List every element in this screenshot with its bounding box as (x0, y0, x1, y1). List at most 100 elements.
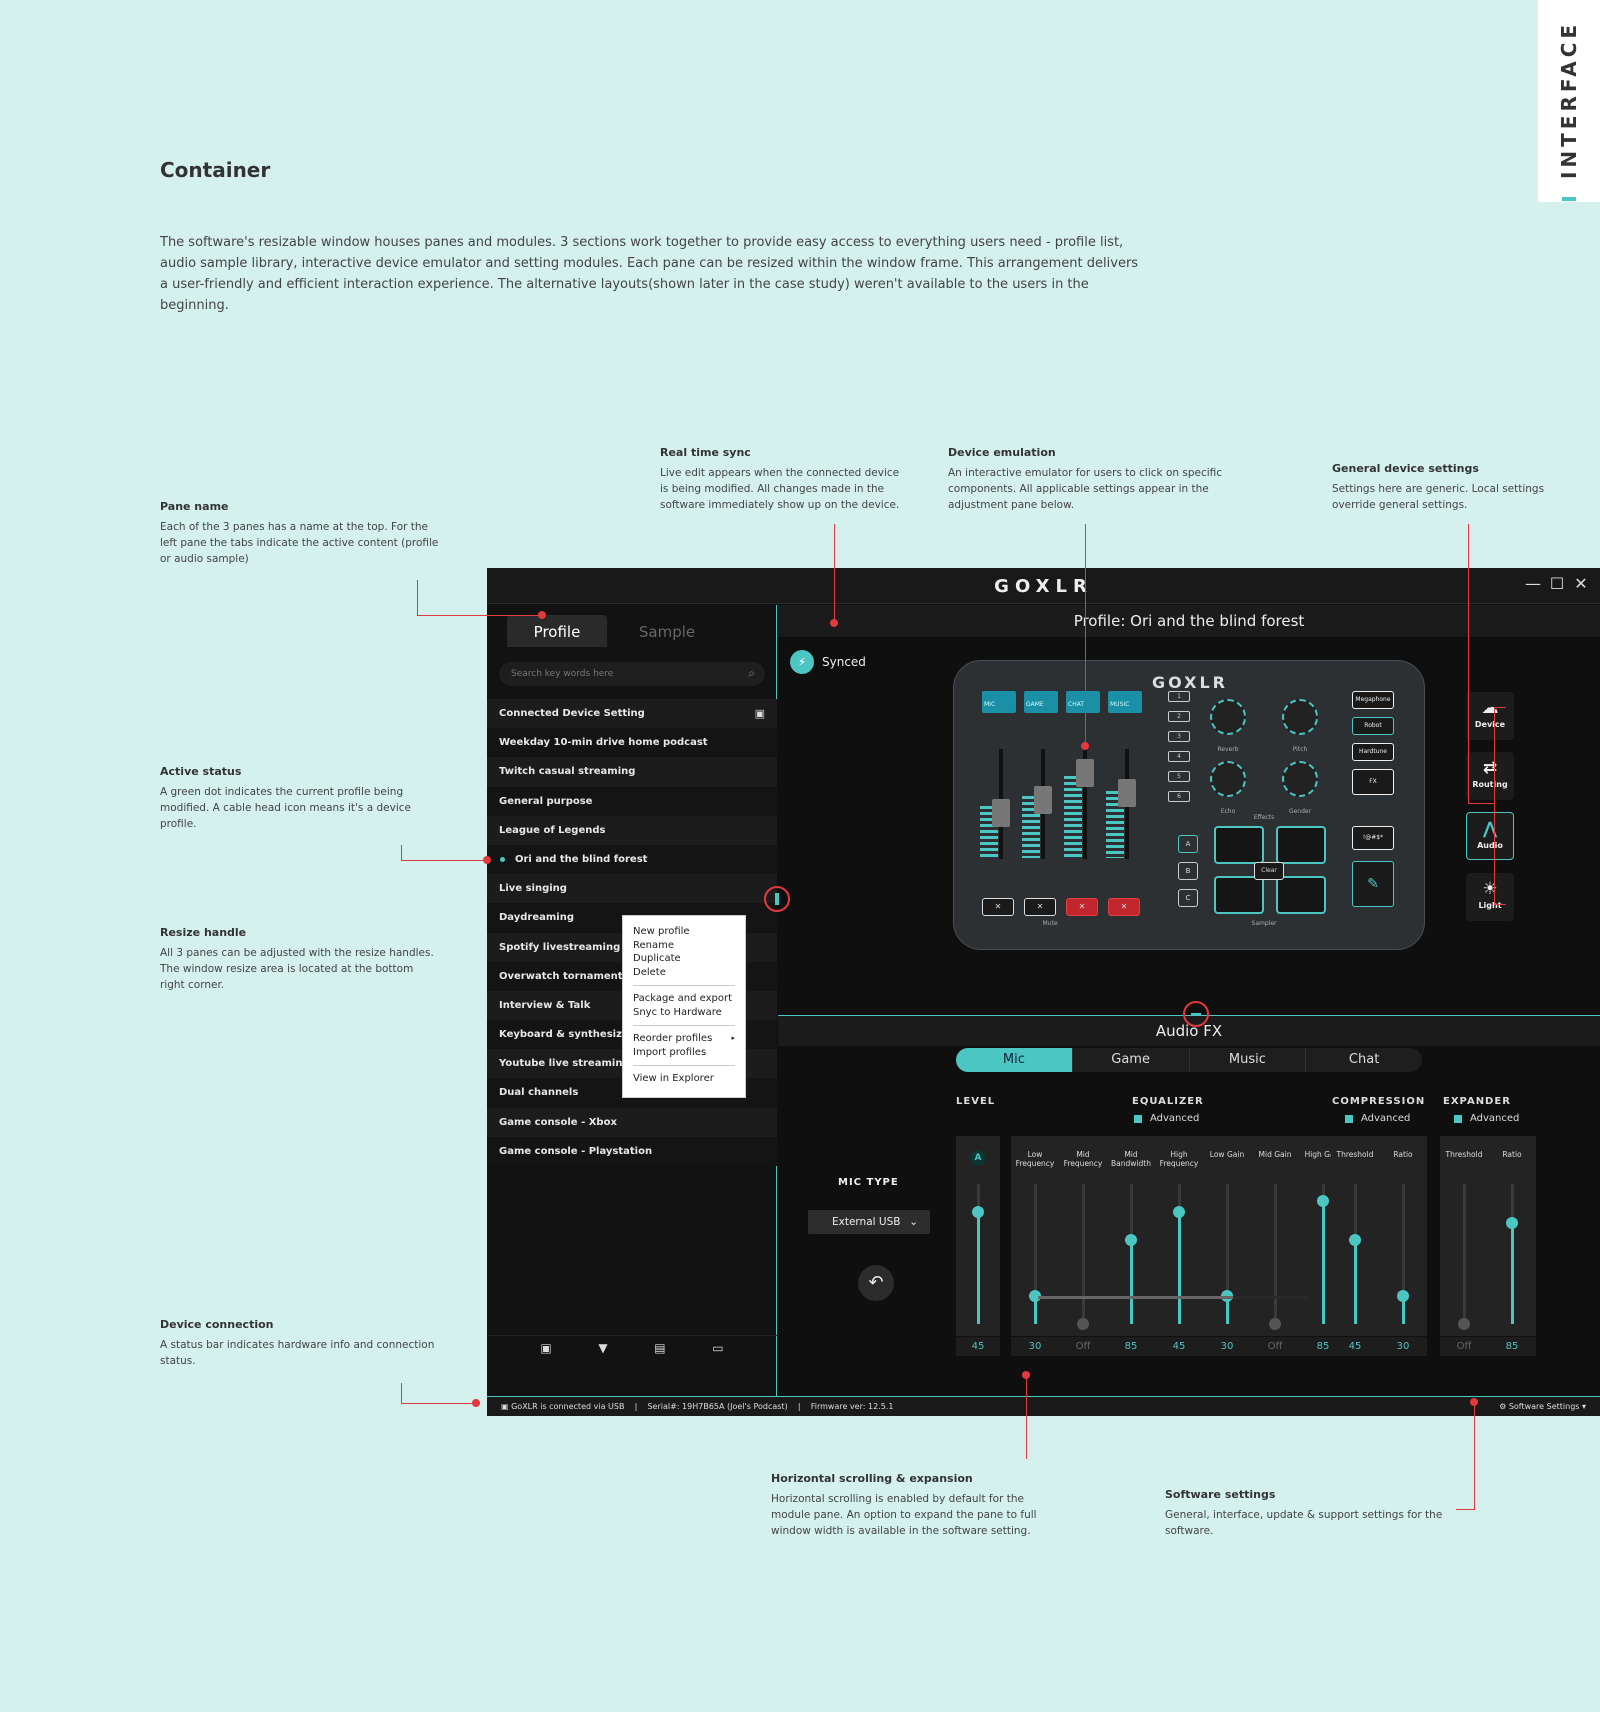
mute-button[interactable]: ✕ (1024, 898, 1056, 916)
fader-cap[interactable] (1076, 759, 1094, 787)
menu-new-profile[interactable]: New profile (633, 925, 735, 939)
cough-button[interactable]: ✎ (1352, 861, 1394, 907)
folder-icon[interactable]: ▭ (712, 1341, 723, 1355)
fader-cap[interactable] (1118, 779, 1136, 807)
exp-advanced-toggle[interactable]: Advanced (1454, 1113, 1519, 1124)
slider-thumb[interactable] (1458, 1318, 1470, 1330)
sample-pad[interactable] (1214, 826, 1264, 864)
compression-slider[interactable]: Threshold 45 (1331, 1136, 1379, 1356)
slider-thumb[interactable] (1173, 1206, 1185, 1218)
software-settings-button[interactable]: ⚙ Software Settings ▾ (1499, 1397, 1586, 1416)
mic-type-select[interactable]: External USB ⌄ (808, 1210, 930, 1234)
bleep-button[interactable]: !@#$* (1352, 826, 1394, 850)
tab-profile[interactable]: Profile (507, 615, 607, 647)
nav-routing[interactable]: ⇄ Routing (1466, 752, 1514, 800)
mute-button[interactable]: ✕ (1066, 898, 1098, 916)
bank-button-a[interactable]: A (1178, 835, 1198, 853)
tab-sample[interactable]: Sample (597, 615, 737, 647)
preset-button[interactable]: 3 (1168, 731, 1190, 742)
slider-thumb[interactable] (1317, 1195, 1329, 1207)
nav-light[interactable]: ☀ Light (1466, 873, 1514, 921)
expander-slider[interactable]: Ratio 85 (1488, 1136, 1536, 1356)
scrollbar-thumb[interactable] (1038, 1296, 1233, 1299)
sample-pad[interactable] (1276, 876, 1326, 914)
preset-button[interactable]: 1 (1168, 691, 1190, 702)
profile-list-item[interactable]: Weekday 10-min drive home podcast (487, 728, 777, 758)
menu-package-export[interactable]: Package and export (633, 992, 735, 1006)
equalizer-slider[interactable]: Low Frequency 30 (1011, 1136, 1059, 1356)
profile-list-item[interactable]: Connected Device Setting ▣ (487, 699, 777, 729)
gender-knob[interactable] (1282, 761, 1318, 797)
bank-button-b[interactable]: B (1178, 862, 1198, 880)
robot-button[interactable]: Robot (1352, 717, 1394, 735)
tab-music[interactable]: Music (1190, 1048, 1307, 1072)
eq-advanced-toggle[interactable]: Advanced (1134, 1113, 1199, 1124)
slider-thumb[interactable] (1506, 1217, 1518, 1229)
echo-knob[interactable] (1210, 761, 1246, 797)
add-profile-icon[interactable]: ▣ (540, 1341, 551, 1355)
mute-button[interactable]: ✕ (1108, 898, 1140, 916)
slider-thumb[interactable] (1125, 1234, 1137, 1246)
channel-screen[interactable]: MIC (982, 691, 1016, 713)
menu-rename[interactable]: Rename (633, 939, 735, 953)
menu-reorder-profiles[interactable]: Reorder profiles ▸ (633, 1032, 735, 1046)
reverb-knob[interactable] (1210, 699, 1246, 735)
equalizer-slider[interactable]: Mid Bandwidth 85 (1107, 1136, 1155, 1356)
search-input[interactable]: Search key words here ⌕ (499, 662, 765, 686)
search-icon[interactable]: ⌕ (748, 666, 755, 681)
nav-device[interactable]: ☁ Device (1466, 692, 1514, 740)
profile-list-item[interactable]: General purpose (487, 786, 777, 816)
slider-thumb[interactable] (1269, 1318, 1281, 1330)
clear-button[interactable]: Clear (1254, 862, 1284, 880)
channel-screen[interactable]: GAME (1024, 691, 1058, 713)
sample-pad[interactable] (1276, 826, 1326, 864)
slider-thumb[interactable] (1397, 1290, 1409, 1302)
profile-list-item[interactable]: Live singing (487, 874, 777, 904)
pitch-knob[interactable] (1282, 699, 1318, 735)
menu-delete[interactable]: Delete (633, 966, 735, 980)
profile-list-item[interactable]: Twitch casual streaming (487, 757, 777, 787)
tab-chat[interactable]: Chat (1306, 1048, 1422, 1072)
expander-slider[interactable]: Threshold Off (1440, 1136, 1488, 1356)
undo-button[interactable]: ↶ (858, 1265, 894, 1301)
nav-audio[interactable]: ⋀ Audio (1466, 812, 1514, 860)
equalizer-slider[interactable]: Mid Gain Off (1251, 1136, 1299, 1356)
close-button[interactable]: ✕ (1571, 574, 1591, 593)
slider-thumb[interactable] (972, 1206, 984, 1218)
channel-screen[interactable]: MUSIC (1108, 691, 1142, 713)
comp-advanced-toggle[interactable]: Advanced (1345, 1113, 1410, 1124)
fx-button[interactable]: FX (1352, 769, 1394, 795)
preset-button[interactable]: 2 (1168, 711, 1190, 722)
maximize-button[interactable]: ☐ (1547, 574, 1567, 593)
sample-pad[interactable] (1214, 876, 1264, 914)
slider-thumb[interactable] (1349, 1234, 1361, 1246)
megaphone-button[interactable]: Megaphone (1352, 691, 1394, 709)
profile-list-item[interactable]: Game console - Xbox (487, 1107, 777, 1137)
menu-view-explorer[interactable]: View in Explorer (633, 1072, 735, 1086)
export-icon[interactable]: ▤ (654, 1341, 665, 1355)
menu-sync-hardware[interactable]: Snyc to Hardware (633, 1006, 735, 1020)
horizontal-scrollbar[interactable] (1038, 1296, 1308, 1299)
equalizer-slider[interactable]: Mid Frequency Off (1059, 1136, 1107, 1356)
slider-thumb[interactable] (1077, 1318, 1089, 1330)
preset-button[interactable]: 4 (1168, 751, 1190, 762)
equalizer-slider[interactable]: Low Gain 30 (1203, 1136, 1251, 1356)
device-emulator[interactable]: GOXLR MIC GAME CHAT MUSIC ✕ ✕ ✕ ✕ Mute 1… (953, 660, 1425, 950)
equalizer-slider[interactable]: High Frequency 45 (1155, 1136, 1203, 1356)
minimize-button[interactable]: — (1523, 574, 1543, 593)
resize-handle-vertical[interactable] (775, 893, 779, 905)
preset-button[interactable]: 5 (1168, 771, 1190, 782)
profile-list-item[interactable]: Game console - Playstation (487, 1136, 777, 1166)
menu-duplicate[interactable]: Duplicate (633, 952, 735, 966)
channel-screen[interactable]: CHAT (1066, 691, 1100, 713)
mute-button[interactable]: ✕ (982, 898, 1014, 916)
compression-slider[interactable]: Ratio 30 (1379, 1136, 1427, 1356)
trash-icon[interactable]: ▼ (598, 1341, 607, 1355)
bank-button-c[interactable]: C (1178, 889, 1198, 907)
tab-mic[interactable]: Mic (956, 1048, 1073, 1072)
profile-list-item[interactable]: Ori and the blind forest (487, 844, 777, 875)
hardtune-button[interactable]: Hardtune (1352, 743, 1394, 761)
menu-import-profiles[interactable]: Import profiles (633, 1046, 735, 1060)
preset-button[interactable]: 6 (1168, 791, 1190, 802)
resize-handle-horizontal[interactable] (1183, 1001, 1209, 1027)
